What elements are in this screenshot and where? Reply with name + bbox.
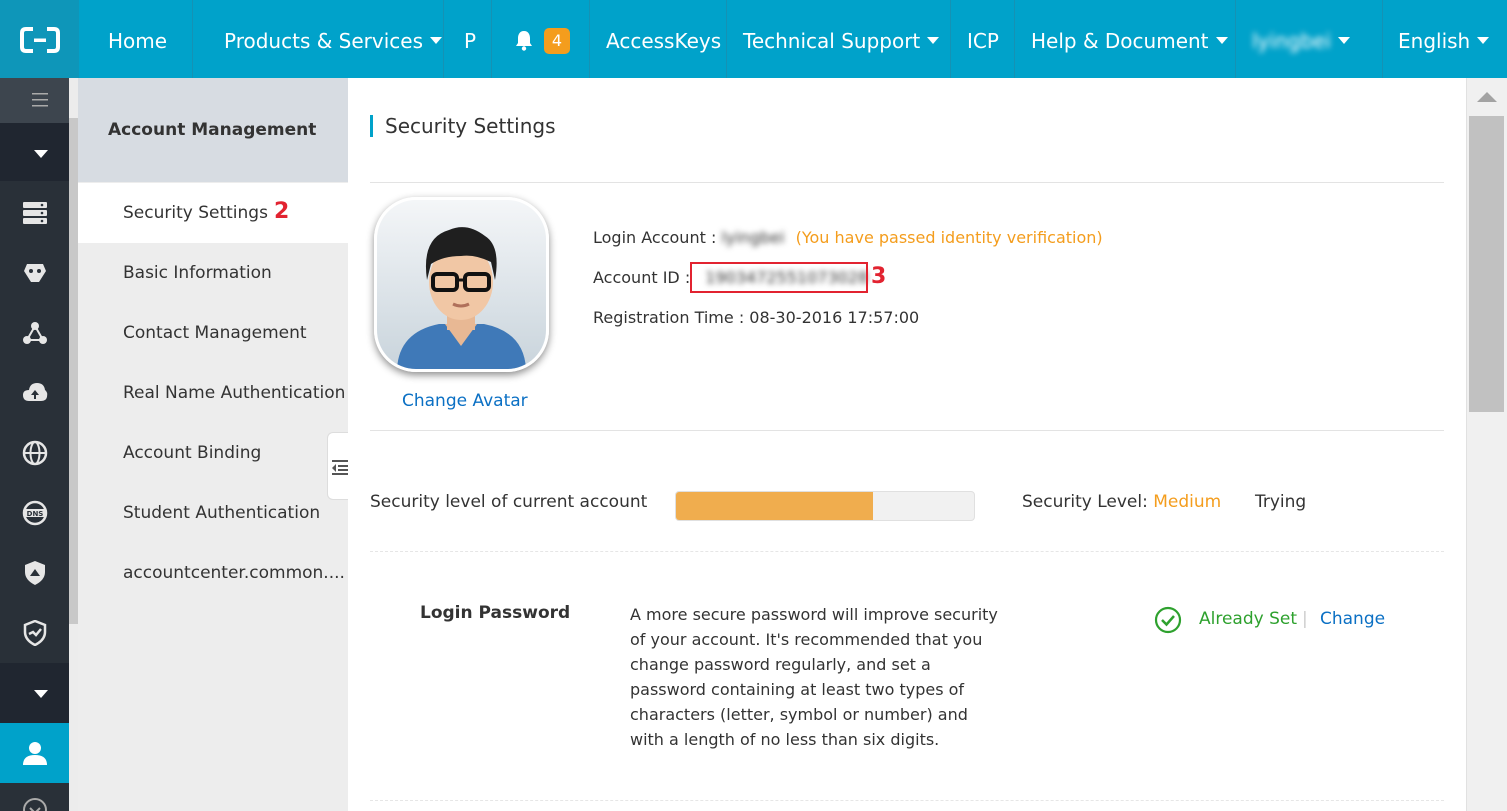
annotation-number-3: 3: [871, 264, 887, 289]
registration-time-row: Registration Time : 08-30-2016 17:57:00: [593, 308, 919, 327]
security-level-progress-fill: [676, 492, 873, 520]
submenu-item-real-name-authentication[interactable]: Real Name Authentication: [78, 363, 348, 423]
globe-icon[interactable]: [22, 440, 48, 466]
chevron-down-icon: [1477, 37, 1490, 44]
chevron-down-icon: [1215, 37, 1228, 44]
nav-accesskeys[interactable]: AccessKeys: [590, 0, 727, 78]
shield-check-icon[interactable]: [22, 620, 48, 646]
caret-down-icon: [34, 150, 48, 158]
registration-time-value: 08-30-2016 17:57:00: [749, 308, 920, 327]
nav-products-services[interactable]: Products & Services: [193, 0, 444, 78]
dashed-divider: [370, 551, 1444, 552]
divider: [370, 182, 1444, 183]
scroll-up-arrow-icon[interactable]: [1477, 92, 1497, 102]
dashed-divider: [370, 800, 1444, 801]
page-scrollbar-thumb[interactable]: [1469, 116, 1504, 412]
nav-partial-item[interactable]: P: [444, 0, 492, 78]
security-level-status: Security Level: Medium: [1022, 492, 1222, 512]
change-password-link[interactable]: Change: [1320, 609, 1385, 629]
account-id-highlight-box: [690, 262, 868, 293]
network-nodes-icon[interactable]: [22, 320, 48, 346]
submenu-item-basic-information[interactable]: Basic Information: [78, 243, 348, 303]
server-icon[interactable]: [22, 200, 48, 226]
login-account-label: Login Account :: [593, 228, 717, 247]
caret-down-icon: [34, 690, 48, 698]
product-icon-rail: DNS: [0, 78, 69, 811]
nav-home[interactable]: Home: [79, 0, 193, 78]
circle-chevron-icon[interactable]: [22, 797, 48, 811]
login-account-row: Login Account : lyingbei (You have passe…: [593, 228, 1103, 247]
avatar: [374, 197, 549, 372]
submenu-item-contact-management[interactable]: Contact Management: [78, 303, 348, 363]
notification-count-badge: 4: [544, 27, 570, 54]
submenu-item-accountcenter-common[interactable]: accountcenter.common....: [78, 543, 348, 603]
security-level-label: Security level of current account: [370, 492, 648, 512]
check-circle-icon: [1154, 606, 1182, 634]
submenu-item-account-binding[interactable]: Account Binding: [78, 423, 348, 483]
registration-time-label: Registration Time :: [593, 308, 745, 327]
database-cluster-icon[interactable]: [22, 260, 48, 286]
link-separator: |: [1302, 609, 1308, 629]
nav-technical-support[interactable]: Technical Support: [727, 0, 951, 78]
chevron-down-icon: [1337, 37, 1350, 44]
account-management-menu: Account Management Security Settings Bas…: [78, 78, 348, 811]
chevron-down-icon: [430, 37, 443, 44]
annotation-number-2: 2: [274, 199, 290, 224]
shield-icon[interactable]: [22, 560, 48, 586]
submenu-item-student-authentication[interactable]: Student Authentication: [78, 483, 348, 543]
nav-help-document[interactable]: Help & Document: [1015, 0, 1236, 78]
divider: [370, 430, 1444, 431]
rail-scrollbar-thumb[interactable]: [69, 118, 78, 624]
login-password-description: A more secure password will improve secu…: [630, 605, 998, 749]
console-logo[interactable]: [0, 0, 79, 78]
dns-icon[interactable]: DNS: [22, 500, 48, 526]
hamburger-icon: [32, 93, 48, 107]
login-account-value: lyingbei: [721, 228, 785, 247]
rail-section-collapse-top[interactable]: [0, 123, 69, 181]
svg-text:DNS: DNS: [27, 510, 44, 518]
username-blurred: lyingbei: [1252, 29, 1331, 53]
page-title: Security Settings: [385, 114, 556, 138]
password-status: Already Set: [1199, 609, 1298, 629]
account-id-label: Account ID :: [593, 268, 691, 287]
top-navigation-bar: Home Products & Services P 4 AccessKeys …: [0, 0, 1507, 78]
cloud-upload-icon[interactable]: [22, 380, 48, 406]
nav-user-menu[interactable]: lyingbei: [1236, 0, 1383, 78]
nav-language[interactable]: English: [1383, 0, 1507, 78]
trying-text: Trying: [1255, 492, 1307, 512]
nav-notifications[interactable]: 4: [492, 0, 590, 78]
rail-menu-toggle[interactable]: [0, 78, 69, 123]
submenu-header: Account Management: [78, 78, 348, 182]
collapse-menu-icon: [332, 460, 348, 475]
change-avatar-link[interactable]: Change Avatar: [402, 391, 528, 411]
identity-verification-note: (You have passed identity verification): [795, 228, 1103, 247]
rail-account-item[interactable]: [0, 723, 69, 783]
console-logo-icon: [20, 27, 60, 53]
bell-icon: [516, 30, 532, 51]
chevron-down-icon: [927, 37, 940, 44]
security-level-value: Medium: [1153, 492, 1222, 512]
submenu-collapse-toggle[interactable]: [327, 432, 349, 500]
user-avatar-illustration: [397, 227, 526, 369]
security-level-progress-bar: [675, 491, 975, 521]
user-icon: [23, 742, 47, 765]
nav-icp[interactable]: ICP: [951, 0, 1015, 78]
submenu-item-security-settings[interactable]: Security Settings: [78, 183, 348, 243]
rail-section-collapse-bottom[interactable]: [0, 663, 69, 723]
login-password-label: Login Password: [420, 603, 571, 623]
title-accent-bar: [370, 115, 373, 137]
